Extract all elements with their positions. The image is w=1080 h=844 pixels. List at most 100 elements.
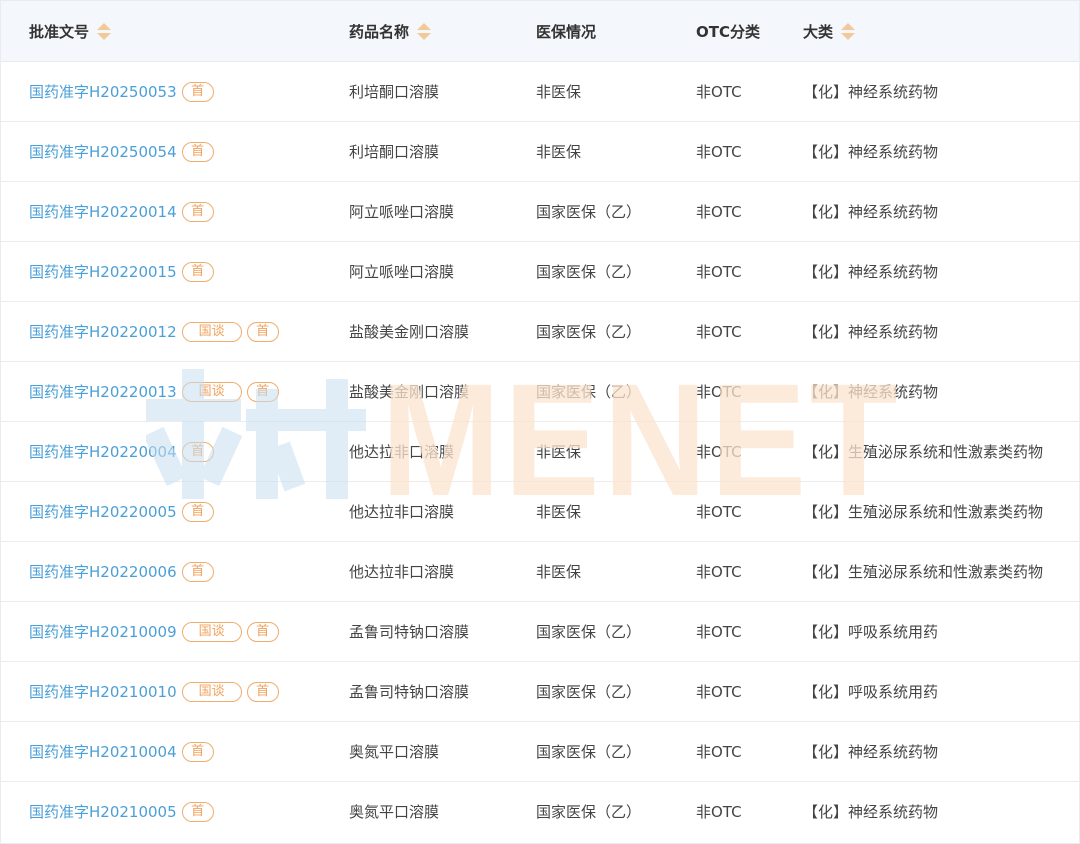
insurance-cell: 国家医保（乙） <box>536 743 642 761</box>
first-badge: 首 <box>246 381 279 402</box>
column-header-label: OTC分类 <box>696 22 760 41</box>
national-negotiation-badge: 国谈 <box>181 621 242 642</box>
table-row: 国药准字H20210010 国谈首 孟鲁司特钠口溶膜 国家医保（乙） 非OTC 【化】呼吸… <box>1 662 1079 722</box>
insurance-cell: 国家医保（乙） <box>536 203 642 221</box>
approval-no-cell: 国药准字H20250053 首 <box>29 62 214 121</box>
otc-cell: 非OTC <box>696 803 742 821</box>
first-badge: 首 <box>246 681 279 702</box>
otc-cell: 非OTC <box>696 623 742 641</box>
column-header-category[interactable]: 大类 <box>803 1 856 61</box>
column-header-label: 大类 <box>803 22 834 41</box>
drug-name-cell: 盐酸美金刚口溶膜 <box>349 383 470 401</box>
insurance-cell: 国家医保（乙） <box>536 383 642 401</box>
approval-no-cell: 国药准字H20210004 首 <box>29 722 214 781</box>
otc-cell: 非OTC <box>696 743 742 761</box>
approval-no-cell: 国药准字H20220012 国谈首 <box>29 302 279 361</box>
approval-no-link[interactable]: 国药准字H20220015 <box>29 261 177 282</box>
first-badge: 首 <box>181 561 214 582</box>
column-header-label: 药品名称 <box>349 22 410 41</box>
table-row: 国药准字H20220013 国谈首 盐酸美金刚口溶膜 国家医保（乙） 非OTC 【化】神经… <box>1 362 1079 422</box>
category-cell: 【化】生殖泌尿系统和性激素类药物 <box>803 443 1044 461</box>
drug-name-cell: 他达拉非口溶膜 <box>349 443 455 461</box>
approval-no-link[interactable]: 国药准字H20250053 <box>29 81 177 102</box>
insurance-cell: 国家医保（乙） <box>536 803 642 821</box>
table-row: 国药准字H20210005 首 奥氮平口溶膜 国家医保（乙） 非OTC 【化】神经系统药物 <box>1 782 1079 841</box>
first-badge: 首 <box>181 141 214 162</box>
first-badge: 首 <box>181 501 214 522</box>
category-cell: 【化】神经系统药物 <box>803 263 939 281</box>
approval-no-cell: 国药准字H20210005 首 <box>29 782 214 841</box>
insurance-cell: 国家医保（乙） <box>536 683 642 701</box>
drug-name-cell: 孟鲁司特钠口溶膜 <box>349 683 470 701</box>
approval-no-link[interactable]: 国药准字H20210005 <box>29 801 177 822</box>
insurance-cell: 非医保 <box>536 503 582 521</box>
column-header-drug-name[interactable]: 药品名称 <box>349 1 432 61</box>
insurance-cell: 国家医保（乙） <box>536 323 642 341</box>
first-badge: 首 <box>181 81 214 102</box>
national-negotiation-badge: 国谈 <box>181 681 242 702</box>
drug-name-cell: 他达拉非口溶膜 <box>349 563 455 581</box>
first-badge: 首 <box>181 441 214 462</box>
otc-cell: 非OTC <box>696 203 742 221</box>
table-row: 国药准字H20250054 首 利培酮口溶膜 非医保 非OTC 【化】神经系统药物 <box>1 122 1079 182</box>
drug-name-cell: 阿立哌唑口溶膜 <box>349 263 455 281</box>
column-header-approval-no[interactable]: 批准文号 <box>29 1 112 61</box>
otc-cell: 非OTC <box>696 83 742 101</box>
table-row: 国药准字H20220006 首 他达拉非口溶膜 非医保 非OTC 【化】生殖泌尿系统和性激… <box>1 542 1079 602</box>
approval-no-link[interactable]: 国药准字H20220006 <box>29 561 177 582</box>
sort-icon[interactable] <box>841 22 856 40</box>
table-header: 批准文号 药品名称 医保情况 OTC分类 大类 <box>1 1 1079 62</box>
table-row: 国药准字H20210004 首 奥氮平口溶膜 国家医保（乙） 非OTC 【化】神经系统药物 <box>1 722 1079 782</box>
approval-no-link[interactable]: 国药准字H20220012 <box>29 321 177 342</box>
approval-no-link[interactable]: 国药准字H20210010 <box>29 681 177 702</box>
approval-no-cell: 国药准字H20220005 首 <box>29 482 214 541</box>
insurance-cell: 非医保 <box>536 143 582 161</box>
otc-cell: 非OTC <box>696 563 742 581</box>
column-header-label: 医保情况 <box>536 22 597 41</box>
drug-name-cell: 孟鲁司特钠口溶膜 <box>349 623 470 641</box>
category-cell: 【化】神经系统药物 <box>803 143 939 161</box>
table-row: 国药准字H20220015 首 阿立哌唑口溶膜 国家医保（乙） 非OTC 【化】神经系统药… <box>1 242 1079 302</box>
approval-no-cell: 国药准字H20220015 首 <box>29 242 214 301</box>
insurance-cell: 国家医保（乙） <box>536 623 642 641</box>
drug-name-cell: 阿立哌唑口溶膜 <box>349 203 455 221</box>
column-header-otc: OTC分类 <box>696 1 760 61</box>
category-cell: 【化】神经系统药物 <box>803 83 939 101</box>
approval-no-link[interactable]: 国药准字H20250054 <box>29 141 177 162</box>
sort-icon[interactable] <box>97 22 112 40</box>
drug-name-cell: 利培酮口溶膜 <box>349 143 440 161</box>
drug-approval-table: 批准文号 药品名称 医保情况 OTC分类 大类 国药准字H20250053 首利培… <box>0 0 1080 844</box>
approval-no-cell: 国药准字H20250054 首 <box>29 122 214 181</box>
approval-no-link[interactable]: 国药准字H20220005 <box>29 501 177 522</box>
first-badge: 首 <box>181 801 214 822</box>
approval-no-link[interactable]: 国药准字H20210009 <box>29 621 177 642</box>
national-negotiation-badge: 国谈 <box>181 381 242 402</box>
first-badge: 首 <box>181 261 214 282</box>
table-row: 国药准字H20210009 国谈首 孟鲁司特钠口溶膜 国家医保（乙） 非OTC 【化】呼吸… <box>1 602 1079 662</box>
approval-no-cell: 国药准字H20220006 首 <box>29 542 214 601</box>
approval-no-link[interactable]: 国药准字H20210004 <box>29 741 177 762</box>
table-body: 国药准字H20250053 首利培酮口溶膜 非医保 非OTC 【化】神经系统药物 国药准字… <box>1 62 1079 841</box>
approval-no-cell: 国药准字H20220013 国谈首 <box>29 362 279 421</box>
column-header-label: 批准文号 <box>29 22 90 41</box>
sort-icon[interactable] <box>417 22 432 40</box>
national-negotiation-badge: 国谈 <box>181 321 242 342</box>
category-cell: 【化】神经系统药物 <box>803 803 939 821</box>
approval-no-link[interactable]: 国药准字H20220004 <box>29 441 177 462</box>
category-cell: 【化】呼吸系统用药 <box>803 623 939 641</box>
approval-no-link[interactable]: 国药准字H20220013 <box>29 381 177 402</box>
approval-no-cell: 国药准字H20220014 首 <box>29 182 214 241</box>
first-badge: 首 <box>246 621 279 642</box>
insurance-cell: 非医保 <box>536 443 582 461</box>
approval-no-cell: 国药准字H20210009 国谈首 <box>29 602 279 661</box>
drug-name-cell: 盐酸美金刚口溶膜 <box>349 323 470 341</box>
insurance-cell: 国家医保（乙） <box>536 263 642 281</box>
column-header-insurance: 医保情况 <box>536 1 596 61</box>
otc-cell: 非OTC <box>696 263 742 281</box>
approval-no-cell: 国药准字H20210010 国谈首 <box>29 662 279 721</box>
approval-no-link[interactable]: 国药准字H20220014 <box>29 201 177 222</box>
drug-name-cell: 他达拉非口溶膜 <box>349 503 455 521</box>
first-badge: 首 <box>181 201 214 222</box>
table-row: 国药准字H20250053 首 利培酮口溶膜 非医保 非OTC 【化】神经系统药物 <box>1 62 1079 122</box>
otc-cell: 非OTC <box>696 323 742 341</box>
